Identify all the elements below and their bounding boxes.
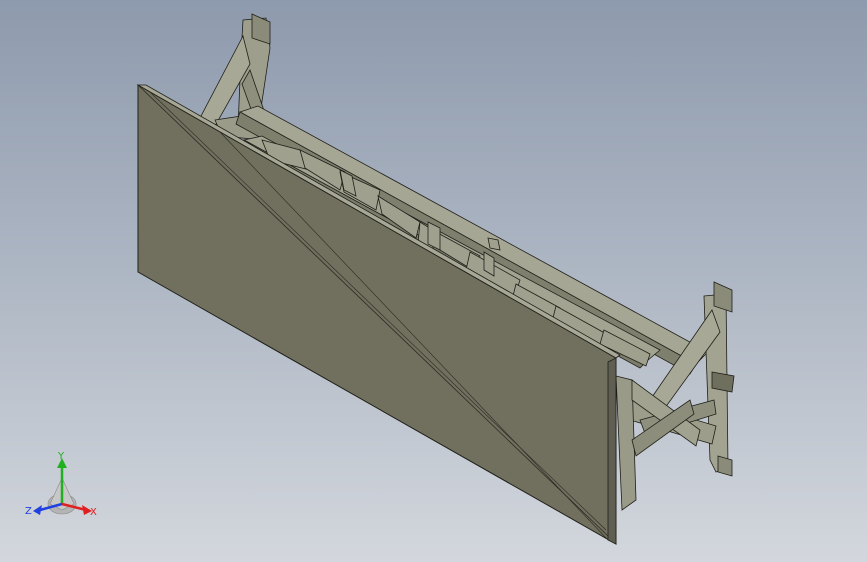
triad-graphic: Y X Z [25, 451, 97, 518]
3d-model-view[interactable] [0, 0, 867, 562]
z-arrow-icon [33, 505, 42, 515]
front-panel[interactable] [136, 84, 621, 545]
graphics-viewport[interactable]: Y X Z [0, 0, 867, 562]
x-axis-label: X [90, 507, 97, 518]
z-axis-label: Z [25, 506, 32, 517]
orientation-triad[interactable]: Y X Z [22, 448, 108, 526]
y-axis-label: Y [57, 451, 65, 462]
